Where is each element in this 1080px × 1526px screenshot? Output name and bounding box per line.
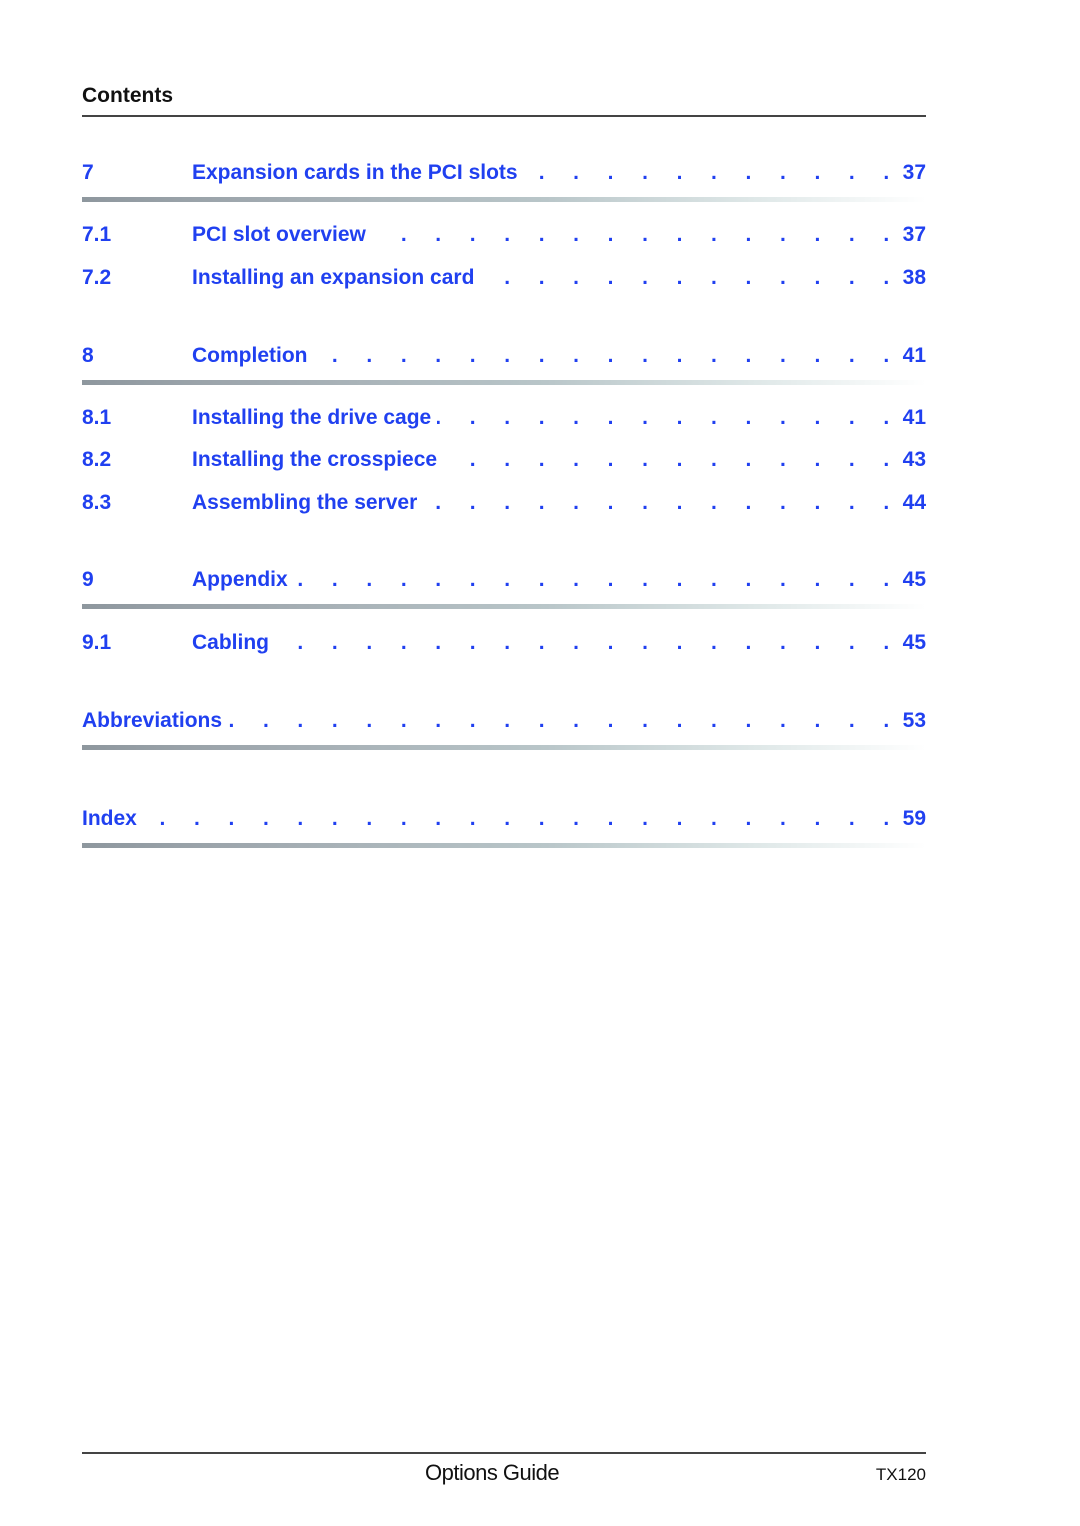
- toc-page[interactable]: 43: [901, 448, 926, 472]
- toc-number: 8.3: [82, 491, 112, 514]
- toc-entry-7-1[interactable]: 7.1 PCI slot overview . . . . . . . . . …: [82, 223, 926, 251]
- toc-page[interactable]: 37: [901, 161, 926, 185]
- toc-entry-7-2[interactable]: 7.2 Installing an expansion card . . . .…: [82, 266, 926, 294]
- leader-dots: . . . . . . . . . . . . . . . . . . . . …: [524, 161, 901, 184]
- toc-number: 8.2: [82, 448, 112, 471]
- toc-number: 9: [82, 568, 94, 591]
- leader-dots: . . . . . . . . . . . . . . . . . . . . …: [443, 448, 901, 471]
- toc-title[interactable]: Expansion cards in the PCI slots: [192, 161, 524, 185]
- chapter-divider-bar: [82, 380, 926, 385]
- chapter-divider-bar: [82, 604, 926, 609]
- toc-page[interactable]: 41: [901, 344, 926, 368]
- toc-title[interactable]: Installing the drive cage: [192, 406, 437, 430]
- toc-entry-index[interactable]: Index . . . . . . . . . . . . . . . . . …: [82, 807, 926, 835]
- toc-title[interactable]: PCI slot overview: [192, 223, 372, 247]
- leader-dots: . . . . . . . . . . . . . . . . . . . . …: [275, 631, 901, 654]
- leader-dots: . . . . . . . . . . . . . . . . . . . . …: [314, 344, 901, 367]
- toc-title[interactable]: Abbreviations: [82, 709, 228, 733]
- toc-number: 7.1: [82, 223, 112, 246]
- toc-title[interactable]: Index: [82, 807, 157, 831]
- leader-dots: . . . . . . . . . . . . . . . . . . . . …: [423, 491, 901, 514]
- toc-page[interactable]: 41: [901, 406, 926, 430]
- header-rule: [82, 115, 926, 117]
- toc-title[interactable]: Cabling: [192, 631, 275, 655]
- section-divider-bar: [82, 843, 926, 848]
- footer-model: TX120: [875, 1465, 926, 1484]
- leader-dots: . . . . . . . . . . . . . . . . . . . . …: [437, 406, 901, 429]
- toc-page[interactable]: 37: [901, 223, 926, 247]
- toc-entry-chapter-8[interactable]: 8 Completion . . . . . . . . . . . . . .…: [82, 344, 926, 372]
- toc-number: 8: [82, 344, 94, 367]
- toc-number: 8.1: [82, 406, 112, 429]
- leader-dots: . . . . . . . . . . . . . . . . . . . . …: [372, 223, 901, 246]
- footer-document-title: Options Guide: [425, 1460, 560, 1485]
- toc-page[interactable]: 45: [901, 568, 926, 592]
- toc-page[interactable]: 59: [901, 807, 926, 831]
- leader-dots: . . . . . . . . . . . . . . . . . . . . …: [294, 568, 901, 591]
- chapter-divider-bar: [82, 197, 926, 202]
- toc-title[interactable]: Assembling the server: [192, 491, 423, 515]
- footer-rule: [82, 1452, 926, 1454]
- toc-entry-8-2[interactable]: 8.2 Installing the crosspiece . . . . . …: [82, 448, 926, 476]
- contents-heading: Contents: [82, 84, 173, 107]
- toc-entry-abbreviations[interactable]: Abbreviations . . . . . . . . . . . . . …: [82, 709, 926, 737]
- toc-entry-chapter-9[interactable]: 9 Appendix . . . . . . . . . . . . . . .…: [82, 568, 926, 596]
- toc-entry-8-1[interactable]: 8.1 Installing the drive cage . . . . . …: [82, 406, 926, 434]
- toc-entry-8-3[interactable]: 8.3 Assembling the server . . . . . . . …: [82, 491, 926, 519]
- toc-title[interactable]: Installing the crosspiece: [192, 448, 443, 472]
- section-divider-bar: [82, 745, 926, 750]
- toc-page[interactable]: 44: [901, 491, 926, 515]
- leader-dots: . . . . . . . . . . . . . . . . . . . . …: [228, 709, 901, 732]
- toc-title[interactable]: Installing an expansion card: [192, 266, 480, 290]
- toc-number: 9.1: [82, 631, 112, 654]
- toc-page[interactable]: 38: [901, 266, 926, 290]
- toc-entry-chapter-7[interactable]: 7 Expansion cards in the PCI slots . . .…: [82, 161, 926, 189]
- toc-entry-9-1[interactable]: 9.1 Cabling . . . . . . . . . . . . . . …: [82, 631, 926, 659]
- toc-number: 7.2: [82, 266, 112, 289]
- toc-title[interactable]: Completion: [192, 344, 314, 368]
- leader-dots: . . . . . . . . . . . . . . . . . . . . …: [480, 266, 901, 289]
- toc-page[interactable]: 53: [901, 709, 926, 733]
- toc-number: 7: [82, 161, 94, 184]
- toc-title[interactable]: Appendix: [192, 568, 294, 592]
- leader-dots: . . . . . . . . . . . . . . . . . . . . …: [157, 807, 901, 830]
- toc-page[interactable]: 45: [901, 631, 926, 655]
